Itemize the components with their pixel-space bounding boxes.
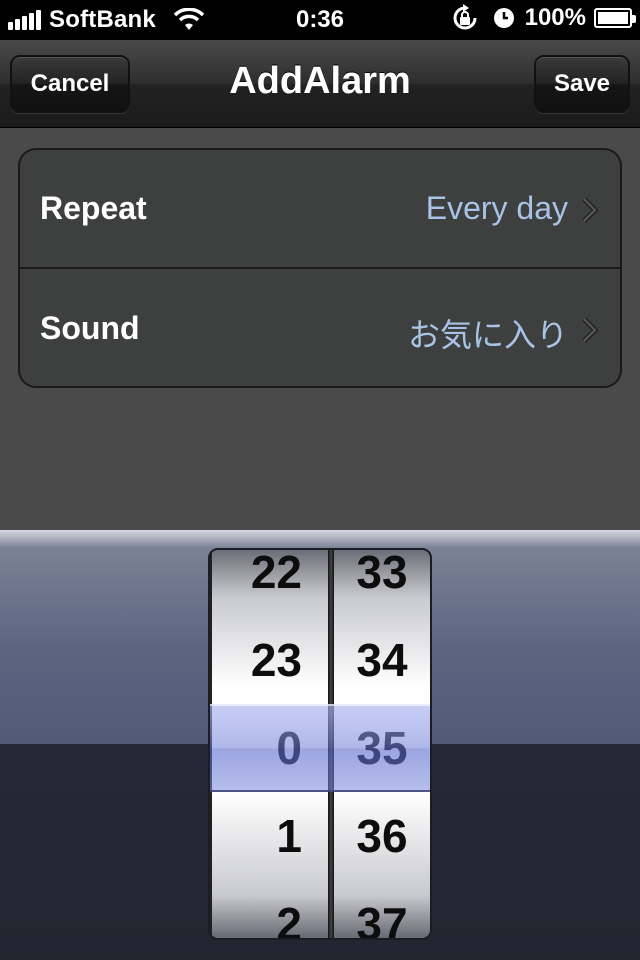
hour-option[interactable]: 1 <box>212 792 328 880</box>
chevron-right-icon <box>582 197 599 223</box>
minute-wheel[interactable]: 33 34 35 36 37 <box>334 550 430 938</box>
battery-icon <box>594 8 636 28</box>
status-right: 100% <box>451 4 636 32</box>
hour-option[interactable]: 23 <box>212 616 328 704</box>
minute-option[interactable]: 33 <box>334 550 430 616</box>
sound-value: お気に入り <box>407 317 568 353</box>
time-picker[interactable]: 22 23 0 1 2 33 34 35 36 37 <box>208 548 432 940</box>
save-button[interactable]: Save <box>534 55 630 113</box>
repeat-row[interactable]: Repeat Every day <box>20 150 620 269</box>
hour-option[interactable]: 2 <box>212 880 328 938</box>
minute-option[interactable]: 37 <box>334 880 430 938</box>
settings-content: Repeat Every day Sound お気に入り <box>0 128 640 530</box>
hour-option[interactable]: 22 <box>212 550 328 616</box>
minute-option[interactable]: 36 <box>334 792 430 880</box>
minute-option[interactable]: 34 <box>334 616 430 704</box>
navigation-bar: Cancel AddAlarm Save <box>0 40 640 128</box>
hour-wheel[interactable]: 22 23 0 1 2 <box>212 550 328 938</box>
battery-percentage: 100% <box>524 4 586 31</box>
repeat-label: Repeat <box>40 190 147 226</box>
rotation-lock-icon <box>453 4 477 30</box>
repeat-value: Every day <box>425 190 568 226</box>
chevron-right-icon <box>582 317 599 343</box>
hour-option[interactable]: 0 <box>212 704 328 792</box>
sound-label: Sound <box>40 310 140 346</box>
time-picker-area: 22 23 0 1 2 33 34 35 36 37 <box>0 530 640 960</box>
sound-row[interactable]: Sound お気に入り <box>20 270 620 386</box>
minute-option[interactable]: 35 <box>334 704 430 792</box>
settings-group: Repeat Every day Sound お気に入り <box>18 148 622 388</box>
alarm-icon <box>493 8 514 28</box>
status-bar: SoftBank 0:36 100% <box>0 0 640 40</box>
